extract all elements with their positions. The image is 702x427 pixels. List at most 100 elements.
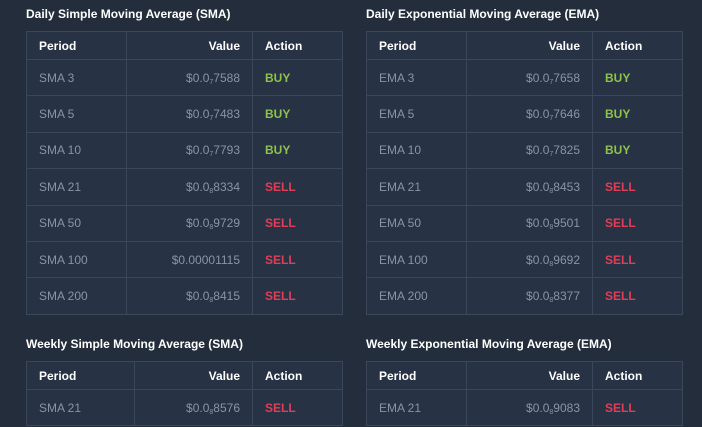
- value-zero-count: 7: [549, 78, 554, 86]
- value-zero-count: 7: [209, 78, 214, 86]
- weekly-ema-table: Period Value Action EMA 21 $0.089083 SELL: [366, 361, 683, 427]
- value-digits: 8334: [213, 179, 240, 194]
- value-cell: $0.088453: [466, 168, 593, 206]
- table-header-row: Period Value Action: [366, 361, 683, 390]
- value-prefix: $0.0: [526, 70, 550, 85]
- table-row: EMA 5 $0.077646 BUY: [366, 95, 683, 133]
- table-row: EMA 10 $0.077825 BUY: [366, 131, 683, 170]
- value-digits: 7825: [553, 143, 580, 158]
- value-prefix: $0.0: [526, 400, 550, 415]
- sell-signal: SELL: [252, 204, 343, 242]
- table-row: EMA 100 $0.089692 SELL: [366, 240, 683, 279]
- value-prefix: $0.0: [186, 107, 210, 122]
- period-cell: SMA 10: [26, 131, 127, 170]
- table-row: SMA 100 $0.00001115 SELL: [26, 240, 343, 279]
- value-digits: 7658: [553, 70, 580, 85]
- table-row: SMA 5 $0.077483 BUY: [26, 95, 343, 133]
- sell-signal: SELL: [252, 240, 343, 279]
- period-cell: EMA 10: [366, 131, 467, 170]
- period-header: Period: [26, 361, 135, 390]
- period-cell: EMA 21: [366, 168, 467, 206]
- value-header: Value: [466, 361, 593, 390]
- value-digits: 9729: [213, 216, 240, 231]
- value-prefix: $0.0: [526, 107, 550, 122]
- value-prefix: $0.0: [186, 289, 210, 304]
- value-cell: $0.089083: [466, 388, 593, 427]
- value-zero-count: 8: [209, 297, 214, 305]
- value-zero-count: 7: [549, 115, 554, 123]
- value-digits: 8415: [213, 289, 240, 304]
- value-digits: 7483: [213, 107, 240, 122]
- sell-signal: SELL: [252, 168, 343, 206]
- value-digits: 9692: [553, 252, 580, 267]
- period-cell: SMA 50: [26, 204, 127, 242]
- value-zero-count: 7: [209, 151, 214, 159]
- value-prefix: $0.0: [186, 143, 210, 158]
- value-cell: $0.00001115: [126, 240, 253, 279]
- value-zero-count: 8: [209, 408, 214, 416]
- table-row: SMA 3 $0.077588 BUY: [26, 58, 343, 97]
- value-digits: 7793: [213, 143, 240, 158]
- period-cell: SMA 21: [26, 388, 135, 427]
- period-cell: SMA 3: [26, 58, 127, 97]
- value-zero-count: 8: [549, 297, 554, 305]
- action-header: Action: [252, 361, 343, 390]
- buy-signal: BUY: [252, 95, 343, 133]
- table-header-row: Period Value Action: [26, 31, 343, 60]
- value-zero-count: 7: [209, 115, 214, 123]
- value-zero-count: 8: [549, 408, 554, 416]
- sell-signal: SELL: [592, 204, 683, 242]
- period-cell: EMA 5: [366, 95, 467, 133]
- action-header: Action: [592, 31, 683, 60]
- value-cell: $0.077646: [466, 95, 593, 133]
- table-row: SMA 21 $0.088576 SELL: [26, 388, 343, 427]
- table-header-row: Period Value Action: [26, 361, 343, 390]
- sell-signal: SELL: [252, 277, 343, 315]
- value-digits: 8453: [553, 179, 580, 194]
- value-cell: $0.077793: [126, 131, 253, 170]
- table-row: EMA 200 $0.088377 SELL: [366, 277, 683, 315]
- section-title: Daily Exponential Moving Average (EMA): [366, 7, 600, 21]
- daily-ema-table: Period Value Action EMA 3 $0.077658 BUY EMA…: [366, 31, 683, 315]
- period-cell: EMA 50: [366, 204, 467, 242]
- value-prefix: $0.00001115: [171, 252, 240, 267]
- buy-signal: BUY: [252, 131, 343, 170]
- value-cell: $0.088334: [126, 168, 253, 206]
- value-cell: $0.077588: [126, 58, 253, 97]
- value-cell: $0.088576: [134, 388, 253, 427]
- value-digits: 9501: [553, 216, 580, 231]
- value-cell: $0.077483: [126, 95, 253, 133]
- table-row: EMA 3 $0.077658 BUY: [366, 58, 683, 97]
- period-header: Period: [366, 361, 467, 390]
- period-cell: EMA 100: [366, 240, 467, 279]
- period-header: Period: [26, 31, 127, 60]
- period-cell: SMA 21: [26, 168, 127, 206]
- value-cell: $0.089729: [126, 204, 253, 242]
- table-row: EMA 21 $0.089083 SELL: [366, 388, 683, 427]
- table-row: SMA 200 $0.088415 SELL: [26, 277, 343, 315]
- period-cell: SMA 100: [26, 240, 127, 279]
- action-header: Action: [592, 361, 683, 390]
- period-cell: EMA 200: [366, 277, 467, 315]
- table-row: SMA 50 $0.089729 SELL: [26, 204, 343, 242]
- table-header-row: Period Value Action: [366, 31, 683, 60]
- value-header: Value: [126, 31, 253, 60]
- value-prefix: $0.0: [186, 179, 210, 194]
- section-title: Weekly Simple Moving Average (SMA): [26, 337, 243, 351]
- sell-signal: SELL: [592, 388, 683, 427]
- buy-signal: BUY: [592, 131, 683, 170]
- value-prefix: $0.0: [186, 216, 210, 231]
- buy-signal: BUY: [252, 58, 343, 97]
- value-zero-count: 8: [209, 224, 214, 232]
- value-prefix: $0.0: [186, 70, 210, 85]
- value-zero-count: 8: [549, 260, 554, 268]
- value-zero-count: 8: [549, 224, 554, 232]
- value-prefix: $0.0: [526, 216, 550, 231]
- value-prefix: $0.0: [526, 179, 550, 194]
- table-row: EMA 50 $0.089501 SELL: [366, 204, 683, 242]
- value-prefix: $0.0: [526, 143, 550, 158]
- value-prefix: $0.0: [526, 252, 550, 267]
- value-digits: 9083: [553, 400, 580, 415]
- value-zero-count: 7: [549, 151, 554, 159]
- period-cell: SMA 5: [26, 95, 127, 133]
